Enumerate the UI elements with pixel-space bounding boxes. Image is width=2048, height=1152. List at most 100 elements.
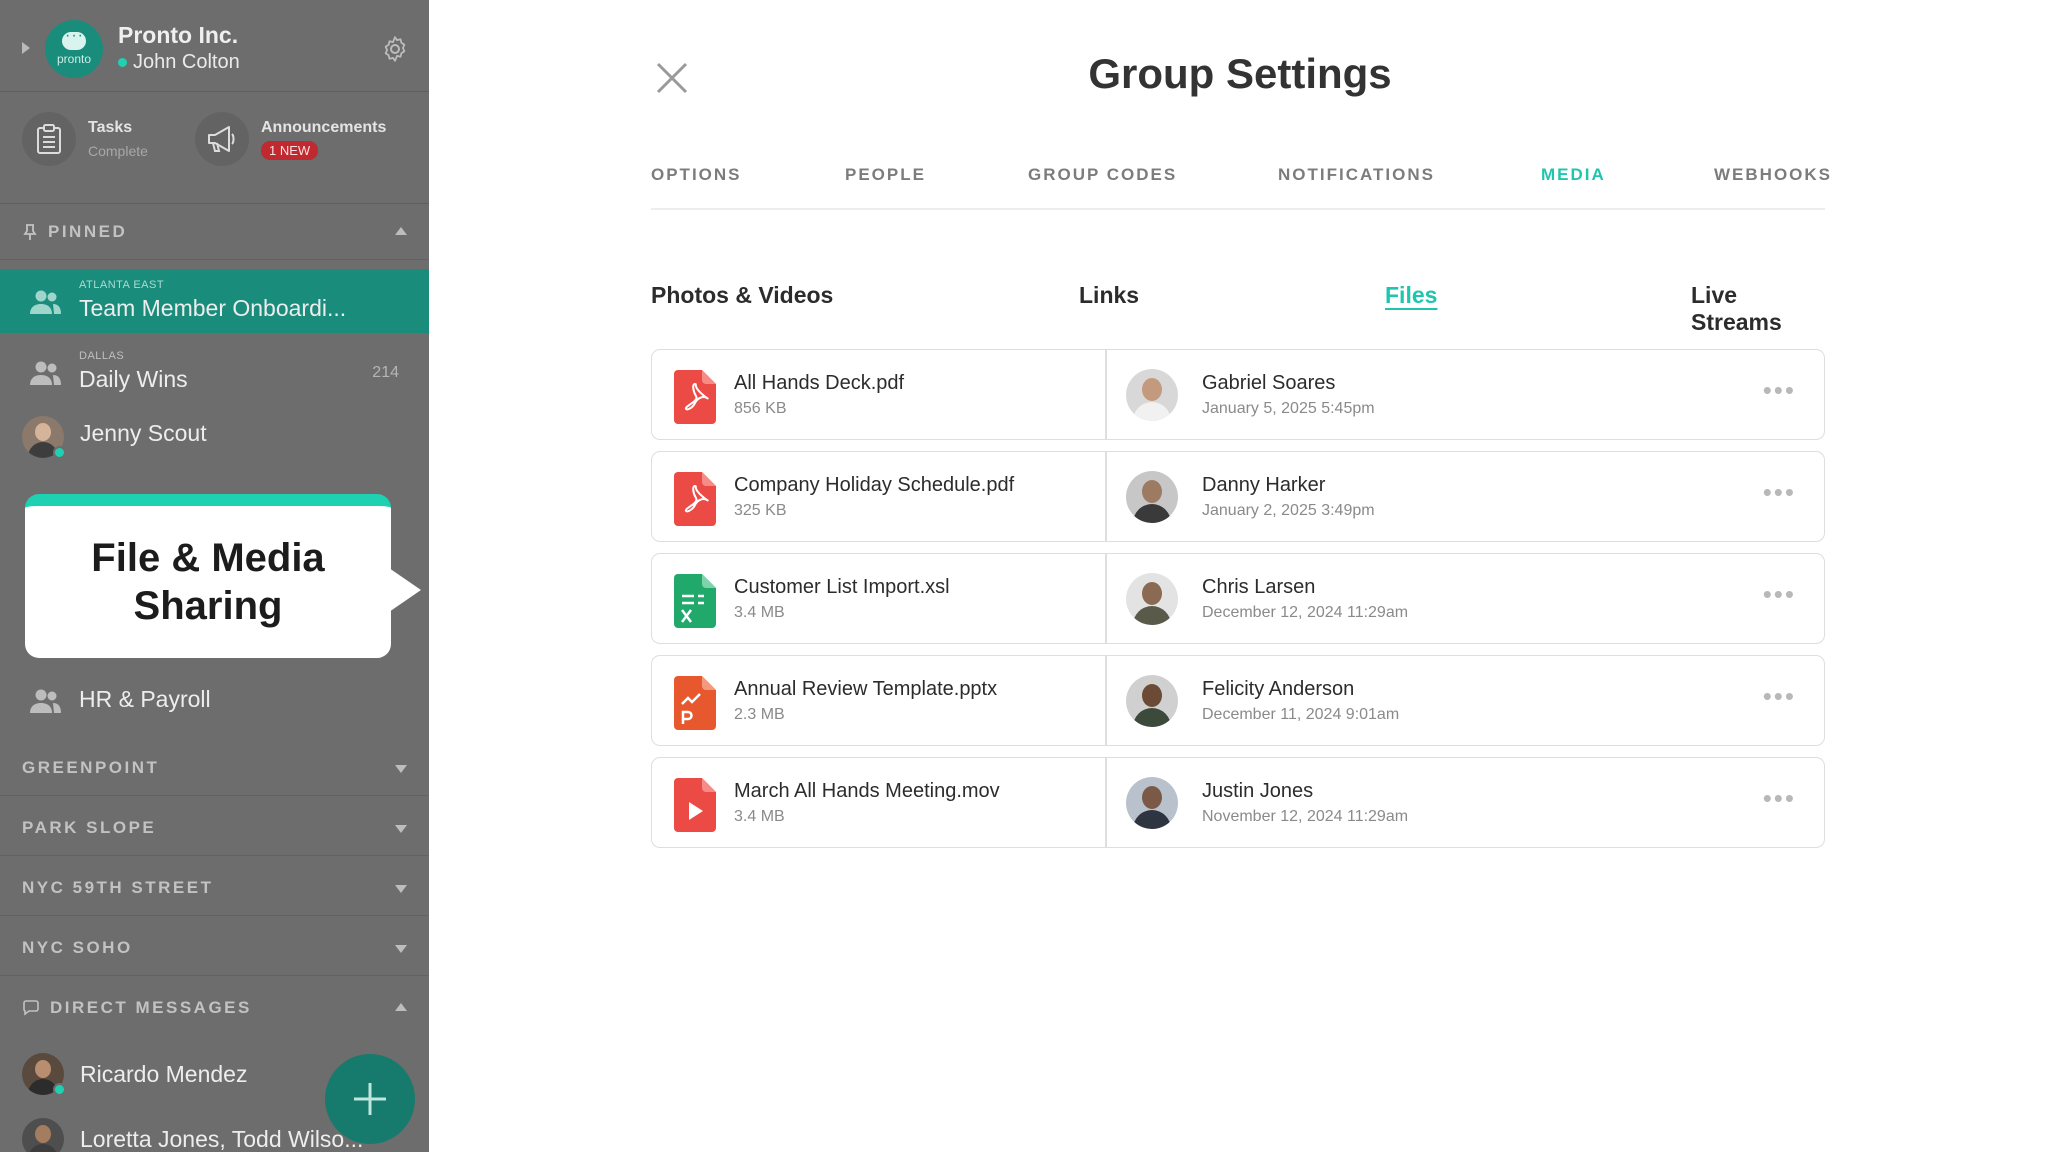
more-options-icon[interactable]: ••• — [1763, 785, 1796, 811]
subtab-photos-videos[interactable]: Photos & Videos — [651, 282, 833, 309]
new-message-fab[interactable] — [325, 1054, 415, 1144]
avatar-head — [1142, 480, 1162, 503]
row-divider — [1105, 452, 1107, 541]
group-name: Team Member Onboardi... — [79, 295, 347, 321]
file-row[interactable]: Customer List Import.xsl 3.4 MB Chris La… — [651, 553, 1825, 644]
tasks-title: Tasks — [88, 119, 133, 136]
subtab-links[interactable]: Links — [1079, 282, 1139, 309]
tab-options[interactable]: OPTIONS — [651, 165, 742, 185]
more-options-icon[interactable]: ••• — [1763, 377, 1796, 403]
avatar-head — [1142, 684, 1162, 707]
group-location: DALLAS — [79, 350, 125, 362]
uploader-name: Felicity Anderson — [1202, 678, 1355, 700]
tab-media[interactable]: MEDIA — [1541, 165, 1606, 185]
group-item-team-onboarding[interactable]: ATLANTA EAST Team Member Onboardi... — [0, 269, 429, 333]
tab-group-codes[interactable]: GROUP CODES — [1028, 165, 1177, 185]
file-size: 856 KB — [734, 400, 787, 417]
user-name: John Colton — [133, 51, 240, 73]
row-divider — [1105, 554, 1107, 643]
online-status-dot — [53, 1083, 66, 1096]
file-row[interactable]: Annual Review Template.pptx 2.3 MB Felic… — [651, 655, 1825, 746]
callout-text: File & Media Sharing — [91, 536, 325, 628]
announcements-button[interactable]: Announcements 1 NEW — [195, 112, 386, 166]
section-direct-messages[interactable]: DIRECT MESSAGES — [0, 980, 429, 1036]
close-icon[interactable] — [652, 58, 692, 98]
group-item-hr-payroll[interactable]: HR & Payroll — [0, 668, 429, 732]
avatar — [1126, 777, 1178, 829]
online-status-dot — [118, 58, 127, 67]
file-size: 325 KB — [734, 502, 787, 519]
chat-bubble-icon — [62, 27, 86, 50]
workspace-header[interactable]: pronto Pronto Inc. John Colton — [0, 0, 429, 92]
avatar-head — [1142, 786, 1162, 809]
section-pinned[interactable]: PINNED — [0, 204, 429, 260]
group-item-daily-wins[interactable]: DALLAS Daily Wins 214 — [0, 340, 429, 404]
file-size: 3.4 MB — [734, 604, 785, 621]
expand-arrow-icon[interactable] — [395, 945, 407, 953]
tab-notifications[interactable]: NOTIFICATIONS — [1278, 165, 1435, 185]
more-options-icon[interactable]: ••• — [1763, 581, 1796, 607]
expand-arrow-icon[interactable] — [395, 825, 407, 833]
collapse-arrow-icon[interactable] — [395, 1003, 407, 1011]
uploader-name: Gabriel Soares — [1202, 372, 1336, 394]
file-row[interactable]: Company Holiday Schedule.pdf 325 KB Dann… — [651, 451, 1825, 542]
more-options-icon[interactable]: ••• — [1763, 683, 1796, 709]
dm-name: Jenny Scout — [80, 420, 207, 446]
section-label: NYC SOHO — [22, 937, 133, 957]
file-name: Customer List Import.xsl — [734, 576, 950, 598]
unread-count: 214 — [372, 364, 399, 381]
avatar-body — [1133, 606, 1171, 625]
announcements-title: Announcements — [261, 118, 387, 136]
avatar-body — [1133, 810, 1171, 829]
collapse-arrow-icon[interactable] — [395, 227, 407, 235]
group-icon — [30, 361, 61, 385]
clipboard-icon — [22, 112, 76, 166]
tasks-status: Complete — [88, 143, 148, 159]
expand-arrow-icon[interactable] — [395, 765, 407, 773]
spreadsheet-file-icon — [674, 574, 716, 628]
feature-callout: File & Media Sharing — [25, 494, 421, 658]
file-row[interactable]: All Hands Deck.pdf 856 KB Gabriel Soares… — [651, 349, 1825, 440]
section-label: NYC 59TH STREET — [22, 877, 214, 897]
chat-bubble-icon — [23, 1000, 39, 1016]
current-user: John Colton — [118, 51, 240, 74]
file-size: 3.4 MB — [734, 808, 785, 825]
file-name: Company Holiday Schedule.pdf — [734, 474, 1015, 496]
row-divider — [1105, 758, 1107, 847]
avatar-body — [28, 1144, 58, 1152]
tasks-button[interactable]: Tasks Complete — [22, 112, 148, 166]
avatar — [22, 1118, 64, 1152]
plus-icon — [354, 1083, 386, 1115]
gear-icon[interactable] — [380, 34, 410, 64]
file-size: 2.3 MB — [734, 706, 785, 723]
avatar-body — [1133, 504, 1171, 523]
avatar — [1126, 369, 1178, 421]
expand-arrow-icon[interactable] — [395, 885, 407, 893]
dm-name: Loretta Jones, Todd Wilso... — [80, 1126, 364, 1152]
group-location: ATLANTA EAST — [79, 279, 165, 291]
section-greenpoint[interactable]: GREENPOINT — [0, 740, 429, 796]
online-status-dot — [53, 446, 66, 459]
section-park-slope[interactable]: PARK SLOPE — [0, 800, 429, 856]
file-name: All Hands Deck.pdf — [734, 372, 905, 394]
caret-right-icon[interactable] — [22, 42, 30, 54]
section-nyc-59th-street[interactable]: NYC 59TH STREET — [0, 860, 429, 916]
avatar-body — [1133, 402, 1171, 421]
org-name: Pronto Inc. — [118, 22, 239, 48]
file-name: Annual Review Template.pptx — [734, 678, 998, 700]
section-nyc-soho[interactable]: NYC SOHO — [0, 920, 429, 976]
section-label: DIRECT MESSAGES — [50, 998, 252, 1017]
avatar-head — [35, 1060, 51, 1078]
uploader-name: Justin Jones — [1202, 780, 1314, 802]
tab-webhooks[interactable]: WEBHOOKS — [1714, 165, 1832, 185]
subtab-files[interactable]: Files — [1385, 282, 1437, 309]
file-row[interactable]: March All Hands Meeting.mov 3.4 MB Justi… — [651, 757, 1825, 848]
uploader-name: Danny Harker — [1202, 474, 1326, 496]
avatar-head — [1142, 378, 1162, 401]
more-options-icon[interactable]: ••• — [1763, 479, 1796, 505]
upload-date: November 12, 2024 11:29am — [1202, 808, 1409, 825]
tab-people[interactable]: PEOPLE — [845, 165, 926, 185]
subtab-live-streams[interactable]: Live Streams — [1691, 282, 1825, 336]
page-title: Group Settings — [1088, 50, 1392, 97]
file-name: March All Hands Meeting.mov — [734, 780, 1000, 802]
